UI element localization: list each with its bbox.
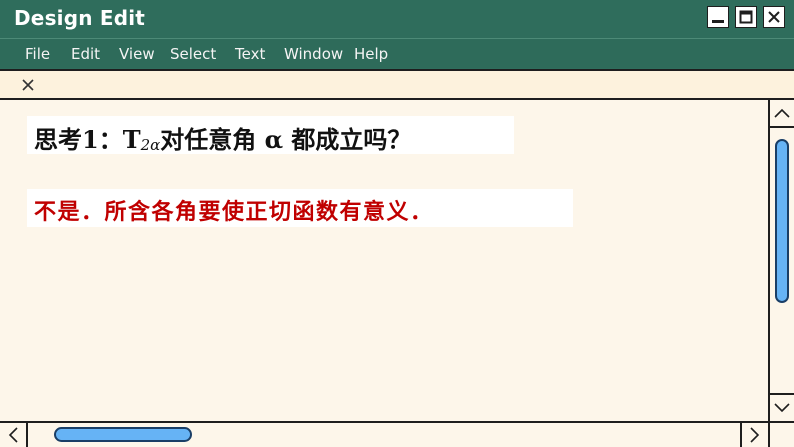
tab-close-button[interactable] (18, 75, 38, 95)
title-bar[interactable]: Design Edit (0, 0, 794, 36)
horizontal-scrollbar[interactable] (0, 421, 768, 447)
vertical-scroll-thumb[interactable] (775, 139, 789, 303)
menu-window[interactable]: Window (284, 45, 343, 63)
window-title: Design Edit (14, 6, 146, 30)
horizontal-scroll-thumb[interactable] (54, 427, 192, 442)
chevron-right-icon (750, 427, 760, 443)
app-window: Design Edit File Edit View Select Text W… (0, 0, 794, 447)
menu-bar: File Edit View Select Text Window Help (0, 38, 794, 68)
close-window-button[interactable] (763, 6, 785, 28)
close-icon (22, 79, 34, 91)
chevron-up-icon (774, 108, 790, 118)
menu-file[interactable]: File (25, 45, 50, 63)
answer-textbox[interactable]: 不是．所含各角要使正切函数有意义． (27, 189, 573, 227)
chevron-left-icon (8, 427, 18, 443)
menu-edit[interactable]: Edit (71, 45, 100, 63)
menu-view[interactable]: View (119, 45, 155, 63)
scroll-up-button[interactable] (770, 100, 794, 128)
scrollbar-corner (768, 421, 794, 447)
scroll-right-button[interactable] (740, 423, 768, 447)
menu-help[interactable]: Help (354, 45, 388, 63)
question-subscript: 2α (140, 136, 161, 154)
close-icon (768, 11, 780, 23)
question-suffix: 对任意角 α 都成立吗？ (160, 125, 412, 154)
menu-text[interactable]: Text (235, 45, 265, 63)
question-prefix: 思考1：T (34, 125, 141, 154)
question-text: 思考1：T2α对任意角 α 都成立吗？ (34, 120, 411, 155)
vertical-scrollbar[interactable] (768, 100, 794, 421)
minimize-icon (712, 20, 724, 23)
scroll-down-button[interactable] (770, 393, 794, 421)
menu-select[interactable]: Select (170, 45, 216, 63)
minimize-button[interactable] (707, 6, 729, 28)
tab-strip (0, 69, 794, 100)
document-canvas[interactable]: 思考1：T2α对任意角 α 都成立吗？ 不是．所含各角要使正切函数有意义． (0, 100, 768, 421)
maximize-button[interactable] (735, 6, 757, 28)
answer-text: 不是．所含各角要使正切函数有意义． (34, 199, 434, 225)
maximize-icon (739, 10, 753, 24)
scroll-left-button[interactable] (0, 423, 28, 447)
chevron-down-icon (774, 403, 790, 413)
question-textbox[interactable]: 思考1：T2α对任意角 α 都成立吗？ (27, 116, 514, 154)
